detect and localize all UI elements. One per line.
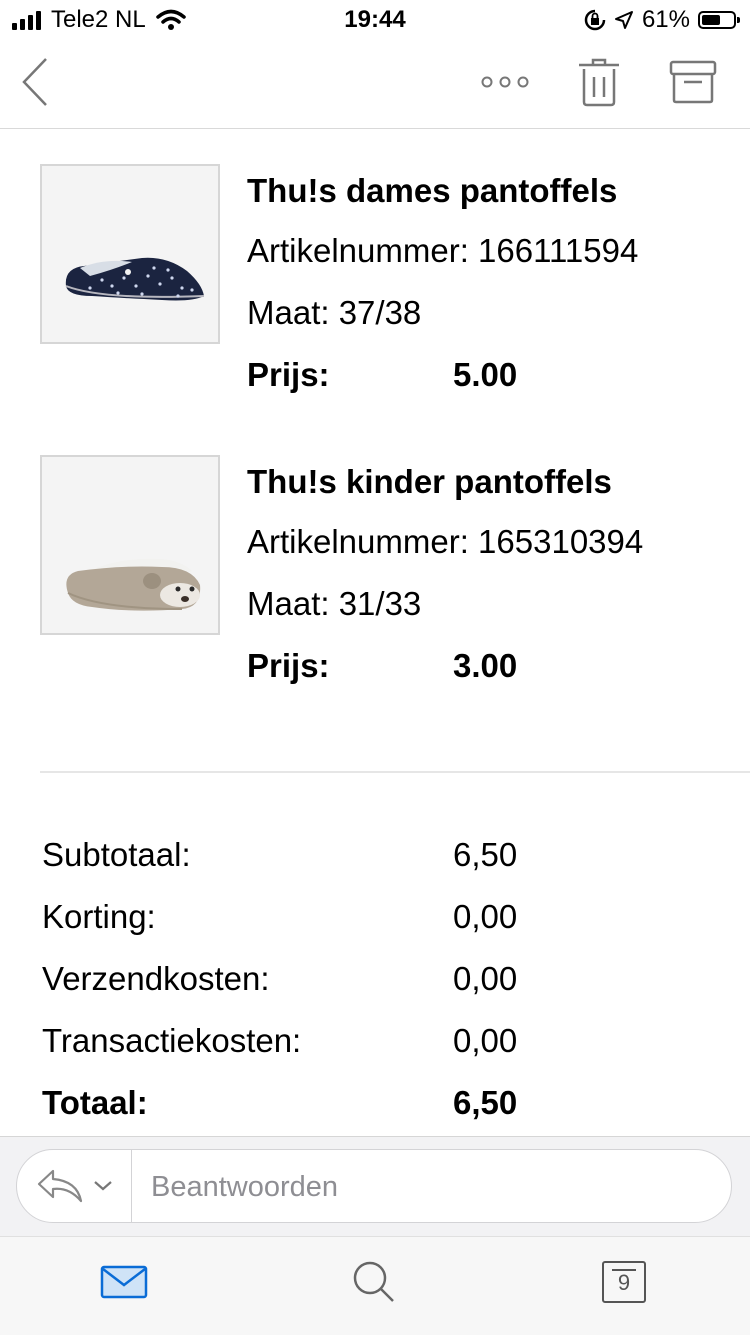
battery-icon (698, 11, 740, 29)
product-image[interactable] (40, 164, 220, 344)
slipper-image (66, 558, 201, 611)
battery-percent: 61% (641, 6, 690, 33)
total-label: Totaal: (42, 1084, 148, 1121)
product-sku: Artikelnummer: 165310394 (247, 523, 644, 560)
shipping-row: Verzendkosten: 0,00 (40, 960, 720, 1022)
product-price: 3.00 (453, 647, 518, 684)
product-title: Thu!s dames pantoffels (247, 172, 618, 209)
product-item: Thu!s kinder pantoffels Artikelnummer: 1… (40, 455, 720, 695)
product-size: Maat: 31/33 (247, 585, 422, 622)
search-icon (353, 1261, 394, 1302)
discount-label: Korting: (42, 898, 156, 935)
product-title: Thu!s kinder pantoffels (247, 463, 612, 500)
back-chevron-icon (22, 58, 47, 106)
tab-calendar[interactable]: 9 (594, 1257, 654, 1307)
tab-mail[interactable] (94, 1257, 154, 1307)
back-button[interactable] (10, 54, 60, 110)
reply-pill: Beantwoorden (16, 1149, 732, 1223)
shipping-label: Verzendkosten: (42, 960, 270, 997)
status-bar: Tele2 NL 19:44 61% (0, 0, 750, 40)
product-sku: Artikelnummer: 166111594 (247, 232, 639, 269)
tab-search[interactable] (344, 1257, 404, 1307)
product-item: Thu!s dames pantoffels Artikelnummer: 16… (40, 164, 720, 404)
archive-icon (669, 60, 717, 104)
mail-icon (100, 1265, 148, 1299)
orientation-lock-icon (584, 9, 606, 31)
price-label: Prijs: (247, 356, 330, 393)
location-icon (614, 11, 633, 29)
product-image[interactable] (40, 455, 220, 635)
slipper-image (65, 257, 205, 301)
price-label: Prijs: (247, 647, 330, 684)
delete-button[interactable] (572, 54, 626, 110)
discount-value: 0,00 (453, 898, 518, 935)
trash-icon (579, 58, 619, 107)
order-totals: Subtotaal: 6,50 Korting: 0,00 Verzendkos… (40, 836, 720, 1146)
transaction-fee-row: Transactiekosten: 0,00 (40, 1022, 720, 1084)
transaction-fee-label: Transactiekosten: (42, 1022, 302, 1059)
transaction-fee-value: 0,00 (453, 1022, 518, 1059)
calendar-icon: 9 (602, 1261, 646, 1303)
reply-bar: Beantwoorden (0, 1136, 750, 1237)
reply-options-button[interactable] (17, 1150, 132, 1222)
product-price: 5.00 (453, 356, 518, 393)
divider (40, 771, 750, 773)
subtotal-label: Subtotaal: (42, 836, 191, 873)
discount-row: Korting: 0,00 (40, 898, 720, 960)
navigation-bar (0, 40, 750, 129)
more-button[interactable] (476, 54, 534, 110)
archive-button[interactable] (664, 54, 722, 110)
product-size: Maat: 37/38 (247, 294, 422, 331)
subtotal-value: 6,50 (453, 836, 518, 873)
chevron-down-icon (94, 1181, 112, 1191)
more-icon (481, 76, 529, 88)
calendar-day: 9 (617, 1270, 631, 1295)
shipping-value: 0,00 (453, 960, 518, 997)
tab-bar: 9 (0, 1236, 750, 1335)
reply-input[interactable]: Beantwoorden (151, 1150, 338, 1222)
reply-icon (37, 1169, 83, 1203)
subtotal-row: Subtotaal: 6,50 (40, 836, 720, 898)
total-value: 6,50 (453, 1084, 518, 1121)
